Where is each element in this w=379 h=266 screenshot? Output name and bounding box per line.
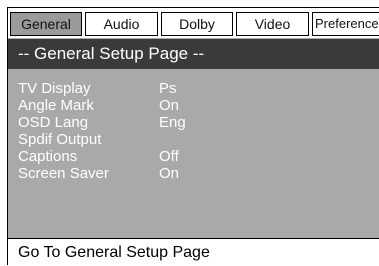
setting-label: Captions <box>18 148 78 165</box>
setting-label: Screen Saver <box>18 165 109 182</box>
tab-general[interactable]: General <box>10 12 82 36</box>
setting-value: Ps <box>159 80 177 97</box>
setting-angle-mark[interactable]: Angle Mark On <box>18 97 358 114</box>
setup-menu: General Audio Dolby Video Preference -- … <box>0 0 379 265</box>
setting-value: On <box>159 165 180 182</box>
setting-value: Off <box>159 148 179 165</box>
status-bar: Go To General Setup Page <box>7 238 379 265</box>
tab-audio[interactable]: Audio <box>85 12 158 36</box>
settings-panel: -- General Setup Page -- TV Display Ps A… <box>7 38 379 238</box>
tab-bar: General Audio Dolby Video Preference <box>7 7 379 38</box>
setting-label: Spdif Output <box>18 131 102 148</box>
setting-osd-lang[interactable]: OSD Lang Eng <box>18 114 358 131</box>
setting-label: OSD Lang <box>18 114 89 131</box>
setting-label: Angle Mark <box>18 97 94 114</box>
setting-value: Eng <box>159 114 186 131</box>
setting-captions[interactable]: Captions Off <box>18 148 358 165</box>
page-title: -- General Setup Page -- <box>8 39 379 69</box>
settings-list: TV Display Ps Angle Mark On OSD Lang Eng… <box>18 80 358 182</box>
setting-value: On <box>159 97 180 114</box>
setting-tv-display[interactable]: TV Display Ps <box>18 80 358 97</box>
tab-preference[interactable]: Preference <box>312 12 379 36</box>
tab-video[interactable]: Video <box>236 12 309 36</box>
setting-screen-saver[interactable]: Screen Saver On <box>18 165 358 182</box>
setting-label: TV Display <box>18 80 91 97</box>
tab-dolby[interactable]: Dolby <box>161 12 233 36</box>
setting-spdif-output[interactable]: Spdif Output <box>18 131 358 148</box>
